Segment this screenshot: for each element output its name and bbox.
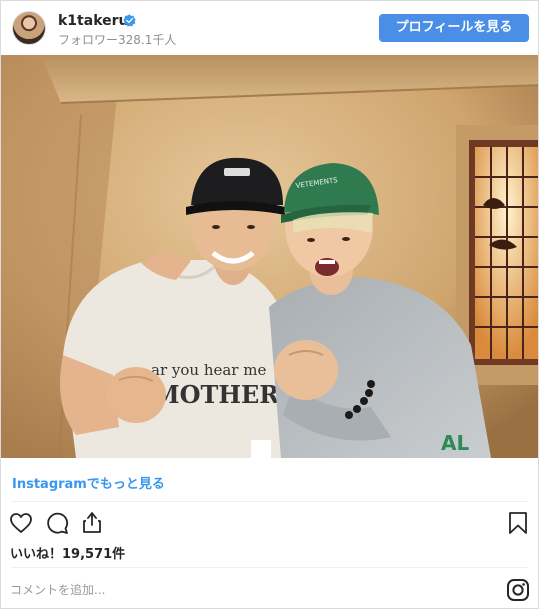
follower-count: フォロワー328.1千人 — [58, 33, 177, 47]
username[interactable]: k1takeru — [58, 13, 129, 29]
like-count[interactable]: いいね！19,571件 — [10, 543, 125, 562]
view-profile-button[interactable]: プロフィールを見る — [379, 14, 529, 42]
instagram-embed-card: k1takeru フォロワー328.1千人 プロフィールを見る ar you h… — [0, 0, 539, 609]
heart-icon[interactable] — [9, 511, 33, 535]
post-photo[interactable]: ar you hear me MOTHER? AL VETEMENTS — [1, 55, 539, 458]
avatar[interactable] — [12, 11, 46, 45]
share-icon[interactable] — [80, 510, 104, 534]
svg-text:ar you hear me: ar you hear me — [151, 361, 266, 379]
bookmark-icon[interactable] — [506, 511, 530, 535]
post-header: k1takeru フォロワー328.1千人 プロフィールを見る — [1, 1, 538, 55]
comment-input[interactable] — [10, 580, 480, 600]
svg-text:AL: AL — [441, 431, 469, 455]
view-more-on-instagram-link[interactable]: Instagramでもっと見る — [12, 473, 165, 492]
divider — [11, 567, 528, 568]
divider — [11, 501, 528, 502]
instagram-logo-icon[interactable] — [506, 578, 530, 602]
comment-icon[interactable] — [45, 511, 69, 535]
verified-badge-icon — [123, 14, 136, 27]
svg-text:MOTHER?: MOTHER? — [153, 380, 293, 409]
